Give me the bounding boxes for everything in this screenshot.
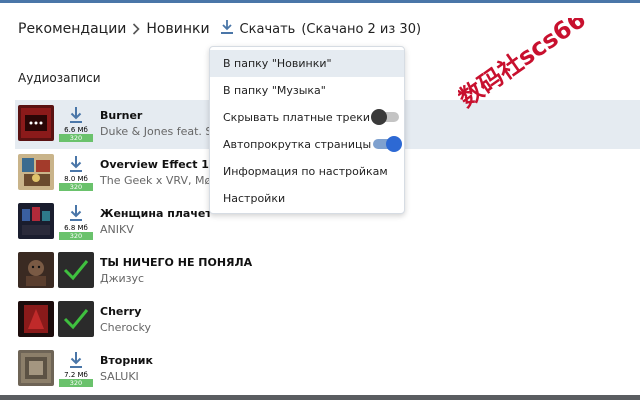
track-size: 6.8 Мб: [64, 224, 88, 232]
download-icon: [70, 156, 82, 172]
track-artist[interactable]: Джизус: [100, 272, 144, 285]
track-bitrate: 320: [59, 134, 93, 142]
track-row[interactable]: ТЫ НИЧЕГО НЕ ПОНЯЛА Джизус: [15, 247, 640, 296]
track-title[interactable]: ТЫ НИЧЕГО НЕ ПОНЯЛА: [100, 256, 252, 269]
album-cover[interactable]: [18, 301, 54, 337]
watermark: 数码社scs66: [453, 5, 608, 114]
track-size: 7.2 Мб: [64, 371, 88, 379]
album-cover[interactable]: [18, 154, 54, 190]
download-label: Скачать: [239, 21, 296, 37]
track-download-button[interactable]: 8.0 Мб 320: [58, 154, 94, 191]
track-title[interactable]: Burner: [100, 109, 142, 122]
watermark-text: 数码社scs66: [458, 18, 591, 113]
track-bitrate: 320: [59, 379, 93, 387]
breadcrumb: Рекомендации Новинки Скачать (Скачано 2 …: [18, 19, 421, 39]
toggle-knob: [386, 136, 402, 152]
checkmark-icon: [63, 309, 89, 330]
track-size: 6.6 Мб: [64, 126, 88, 134]
track-artist[interactable]: SALUKI: [100, 370, 139, 383]
download-icon: [70, 352, 82, 368]
track-size: 8.0 Мб: [64, 175, 88, 183]
album-cover[interactable]: [18, 105, 54, 141]
album-cover[interactable]: [18, 203, 54, 239]
track-bitrate: 320: [59, 183, 93, 191]
section-title: Аудиозаписи: [18, 71, 101, 85]
breadcrumb-new[interactable]: Новинки: [146, 21, 209, 37]
top-accent-line: [0, 0, 640, 3]
download-icon: [70, 107, 82, 123]
track-title[interactable]: Cherry: [100, 305, 141, 318]
autoscroll-toggle[interactable]: [373, 136, 402, 152]
downloaded-indicator: [58, 301, 94, 337]
track-artist[interactable]: ANIKV: [100, 223, 134, 236]
menu-item-settings-info[interactable]: Информация по настройкам: [210, 158, 404, 185]
track-row[interactable]: Cherry Cherocky: [15, 296, 640, 345]
bottom-bar: [0, 395, 640, 400]
menu-item-folder-music[interactable]: В папку "Музыка": [210, 77, 404, 104]
chevron-right-icon: [126, 23, 146, 35]
menu-item-label: Скрывать платные треки: [223, 111, 371, 124]
download-count: (Скачано 2 из 30): [301, 21, 422, 37]
download-menu: В папку "Новинки" В папку "Музыка" Скрыв…: [209, 46, 405, 214]
track-row[interactable]: 7.2 Мб 320 Вторник SALUKI: [15, 345, 640, 394]
track-artist[interactable]: The Geek x VRV, Møn: [100, 174, 218, 187]
album-cover[interactable]: [18, 252, 54, 288]
track-download-button[interactable]: 6.8 Мб 320: [58, 203, 94, 240]
downloaded-indicator: [58, 252, 94, 288]
track-download-button[interactable]: 7.2 Мб 320: [58, 350, 94, 387]
menu-item-autoscroll[interactable]: Автопрокрутка страницы: [210, 131, 404, 158]
menu-item-folder-new[interactable]: В папку "Новинки": [210, 50, 404, 77]
download-icon: [70, 205, 82, 221]
track-artist[interactable]: Duke & Jones feat. Sc: [100, 125, 218, 138]
album-cover[interactable]: [18, 350, 54, 386]
track-bitrate: 320: [59, 232, 93, 240]
menu-item-settings[interactable]: Настройки: [210, 185, 404, 212]
menu-item-hide-paid[interactable]: Скрывать платные треки: [210, 104, 404, 131]
download-icon: [220, 19, 234, 39]
download-button[interactable]: Скачать (Скачано 2 из 30): [220, 19, 422, 39]
checkmark-icon: [63, 260, 89, 281]
menu-item-label: Автопрокрутка страницы: [223, 138, 372, 151]
track-artist[interactable]: Cherocky: [100, 321, 151, 334]
toggle-knob: [371, 109, 387, 125]
breadcrumb-recommendations[interactable]: Рекомендации: [18, 21, 126, 37]
track-title[interactable]: Женщина плачет: [100, 207, 212, 220]
track-download-button[interactable]: 6.6 Мб 320: [58, 105, 94, 142]
hide-paid-toggle[interactable]: [371, 109, 399, 125]
track-title[interactable]: Вторник: [100, 354, 153, 367]
